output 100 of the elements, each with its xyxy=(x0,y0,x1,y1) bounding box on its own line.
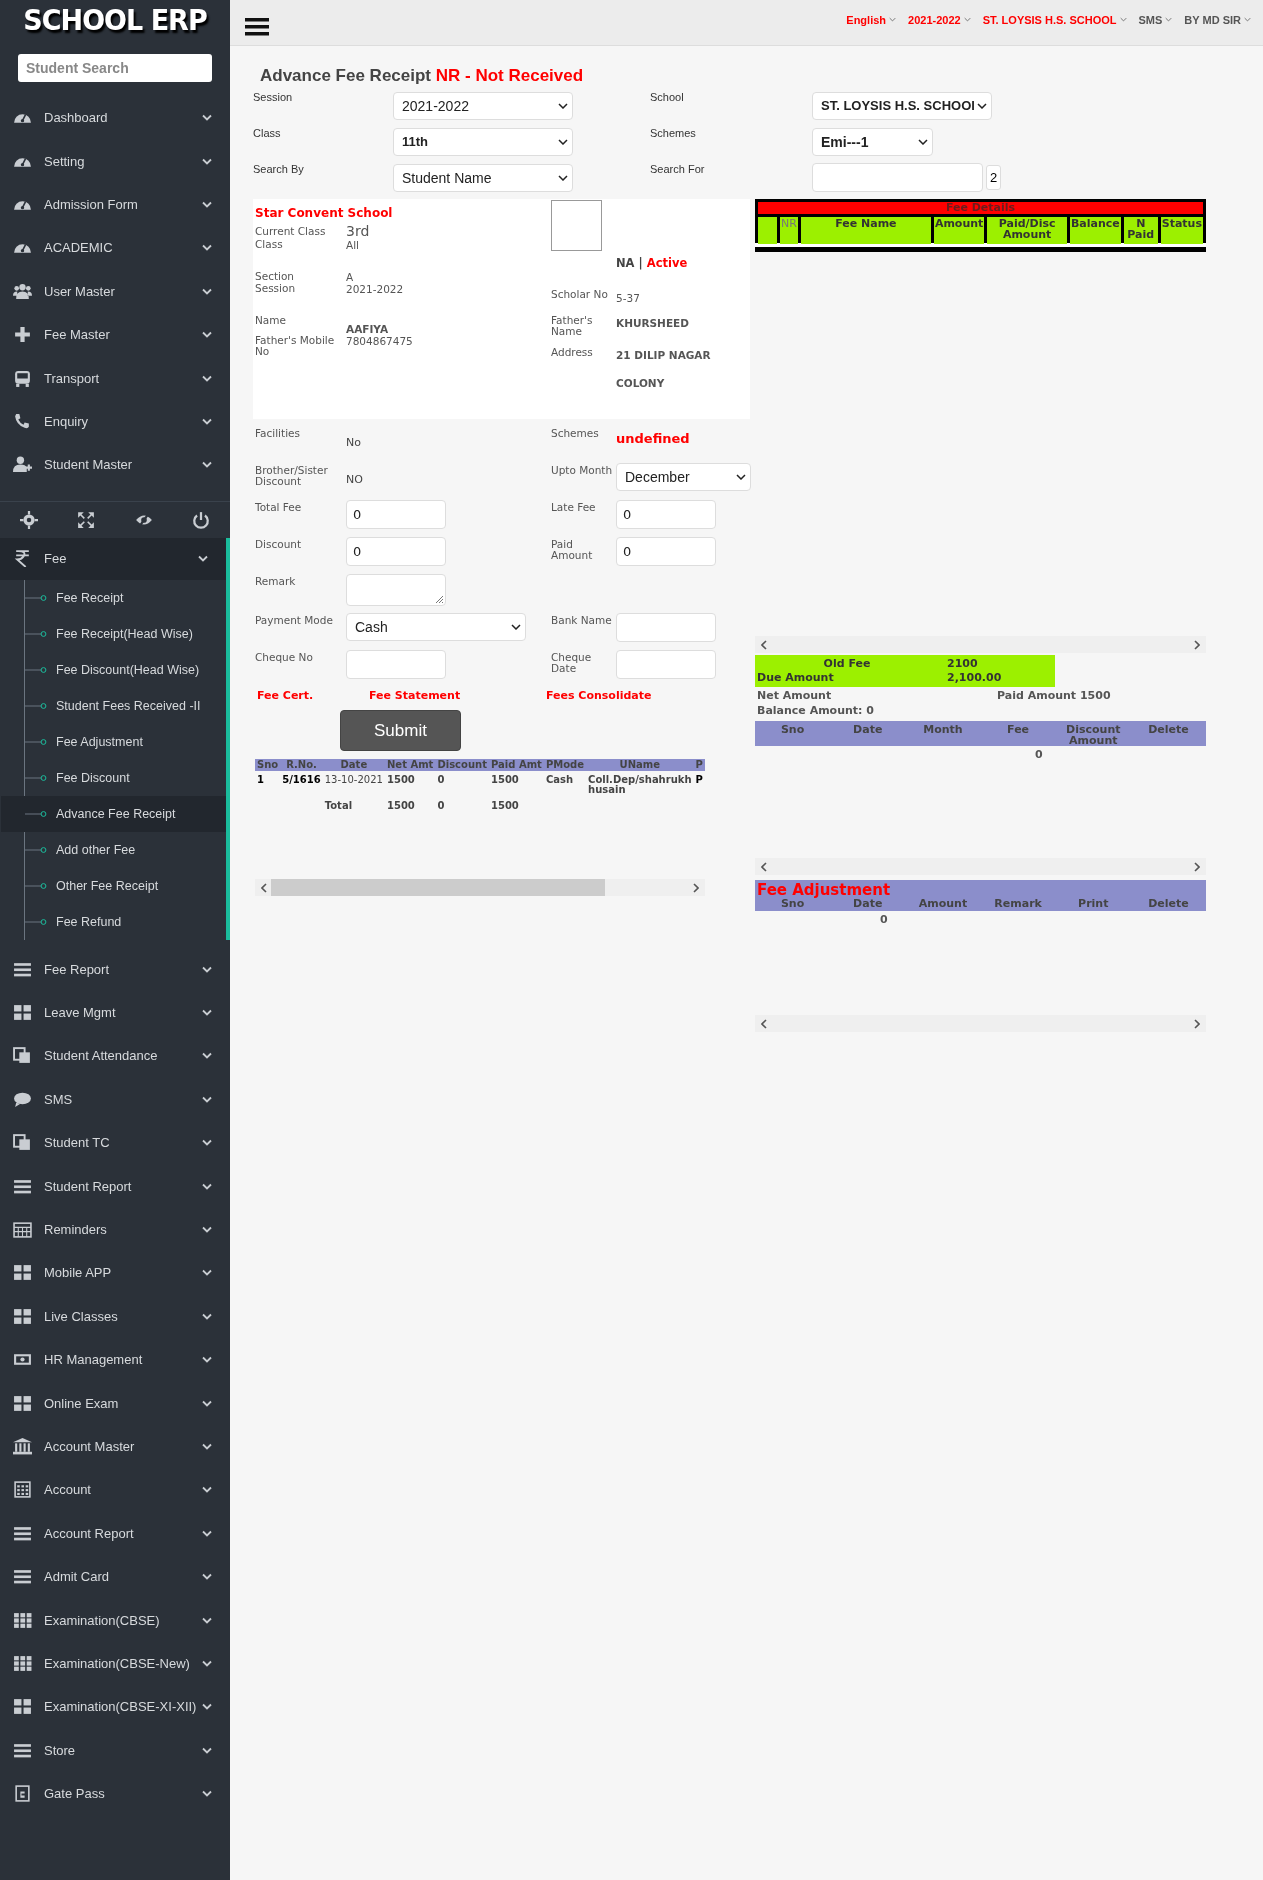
field-label: Address xyxy=(551,347,594,360)
submenu-item[interactable]: Other Fee Receipt xyxy=(1,867,226,904)
chevron-right-icon[interactable] xyxy=(1194,639,1200,650)
net-amount-label: Net Amount xyxy=(756,689,833,702)
input-field[interactable] xyxy=(346,650,446,679)
dropdown[interactable]: 2021-2022 xyxy=(393,91,573,120)
nav-item[interactable]: Fee xyxy=(0,537,226,580)
nav-item[interactable]: ACADEMIC xyxy=(0,226,230,270)
nav-item[interactable]: Leave Mgmt xyxy=(0,990,230,1035)
field-label: Search By xyxy=(253,163,305,175)
top-menu-item[interactable]: SMS xyxy=(1138,13,1173,26)
input-field[interactable]: 0 xyxy=(346,537,446,566)
photo-placeholder xyxy=(551,200,602,251)
field-label: Late Fee xyxy=(551,500,597,513)
settings-icon[interactable] xyxy=(19,510,38,529)
caret-icon xyxy=(736,474,746,480)
nav-item[interactable]: Examination(CBSE) xyxy=(0,1598,230,1642)
table-cell: 0 xyxy=(435,771,489,797)
nav-item[interactable]: Mobile APP xyxy=(0,1251,230,1295)
input-field[interactable] xyxy=(616,613,716,642)
resize-grip-icon[interactable] xyxy=(434,594,444,604)
nav-item[interactable]: Examination(CBSE-New) xyxy=(0,1641,230,1686)
chevron-down-icon xyxy=(202,1139,212,1147)
input-field[interactable]: 0 xyxy=(346,500,446,529)
dropdown[interactable]: December xyxy=(616,463,751,491)
chevron-left-icon[interactable] xyxy=(761,861,767,872)
dropdown[interactable]: Cash xyxy=(346,613,526,641)
submenu-item[interactable]: Fee Discount(Head Wise) xyxy=(1,651,226,688)
horizontal-scrollbar[interactable] xyxy=(255,879,705,896)
nav-item[interactable]: Fee Master xyxy=(0,312,230,357)
chevron-right-icon[interactable] xyxy=(1194,861,1200,872)
scroll-thumb[interactable] xyxy=(271,879,606,896)
submit-button[interactable]: Submit xyxy=(340,710,461,751)
input-field[interactable]: 0 xyxy=(616,500,716,529)
nav-item[interactable]: Student TC xyxy=(0,1121,230,1165)
field-label: Cheque No xyxy=(255,650,314,663)
chevron-down-icon xyxy=(202,417,212,425)
dropdown[interactable]: ST. LOYSIS H.S. SCHOOl xyxy=(812,91,992,120)
clone-icon xyxy=(13,1134,32,1152)
input-field[interactable]: 0 xyxy=(616,537,716,566)
dropdown[interactable]: Student Name xyxy=(393,163,573,192)
horizontal-scrollbar[interactable] xyxy=(755,636,1206,653)
total-label: Total xyxy=(323,799,354,813)
nav-item[interactable]: Account xyxy=(0,1468,230,1512)
separator: | xyxy=(638,256,643,270)
report-link[interactable]: Fee Cert. xyxy=(257,689,369,702)
report-link[interactable]: Fees Consolidate xyxy=(546,689,652,702)
rupee-icon xyxy=(13,550,32,567)
nav-item[interactable]: Student Attendance xyxy=(0,1034,230,1078)
nav-item[interactable]: Student Master xyxy=(0,443,230,487)
nav-item[interactable]: Gate Pass xyxy=(0,1771,230,1816)
nav-item[interactable]: Reminders xyxy=(0,1207,230,1252)
chevron-left-icon[interactable] xyxy=(761,1018,767,1029)
remark-field[interactable] xyxy=(346,574,446,606)
student-search-field[interactable]: Student Search xyxy=(18,54,212,82)
nav-item[interactable]: Transport xyxy=(0,356,230,400)
nav-item[interactable]: Dashboard xyxy=(0,96,230,140)
nav-item[interactable]: Store xyxy=(0,1728,230,1772)
chevron-left-icon[interactable] xyxy=(761,639,767,650)
nav-item[interactable]: Account Report xyxy=(0,1511,230,1555)
submenu-item[interactable]: Add other Fee xyxy=(1,831,226,868)
submenu-item[interactable]: Fee Refund xyxy=(1,903,226,940)
dropdown[interactable]: Emi---1 xyxy=(812,127,933,156)
nav-item[interactable]: User Master xyxy=(0,269,230,313)
input-field[interactable] xyxy=(616,650,716,679)
field-label: Scholar No xyxy=(551,289,609,302)
submenu-item[interactable]: Advance Fee Receipt xyxy=(1,795,226,832)
horizontal-scrollbar[interactable] xyxy=(755,858,1206,875)
column-header: Date xyxy=(322,759,385,771)
submenu-item[interactable]: Fee Discount xyxy=(1,759,226,796)
field-value: 5-37 xyxy=(616,291,641,305)
dropdown[interactable]: 11th xyxy=(393,127,573,156)
menu-icon[interactable] xyxy=(245,16,269,37)
power-icon[interactable] xyxy=(192,510,211,529)
nav-item[interactable]: Setting xyxy=(0,139,230,183)
chevron-right-icon[interactable] xyxy=(693,882,699,893)
horizontal-scrollbar[interactable] xyxy=(755,1015,1206,1032)
nav-item[interactable]: Fee Report xyxy=(0,947,230,991)
nav-item[interactable]: HR Management xyxy=(0,1338,230,1382)
nav-item[interactable]: Admit Card xyxy=(0,1555,230,1599)
report-link[interactable]: Fee Statement xyxy=(369,689,546,702)
caret-icon xyxy=(963,17,971,22)
nav-item[interactable]: Enquiry xyxy=(0,399,230,444)
nav-item[interactable]: Online Exam xyxy=(0,1381,230,1425)
chevron-right-icon[interactable] xyxy=(1194,1018,1200,1029)
nav-item[interactable]: Examination(CBSE-XI-XII) xyxy=(0,1685,230,1729)
submenu-item[interactable]: Fee Adjustment xyxy=(1,723,226,760)
submenu-item[interactable]: Fee Receipt xyxy=(1,579,226,616)
top-menu-item[interactable]: BY MD SIR xyxy=(1184,13,1251,26)
search-field[interactable] xyxy=(812,163,983,192)
nav-item[interactable]: Account Master xyxy=(0,1424,230,1469)
nav-item[interactable]: Live Classes xyxy=(0,1294,230,1339)
fullscreen-icon[interactable] xyxy=(77,510,96,529)
column-header xyxy=(758,217,777,244)
nav-item[interactable]: Admission Form xyxy=(0,182,230,227)
nav-item[interactable]: SMS xyxy=(0,1077,230,1122)
submenu-item[interactable]: Student Fees Received -II xyxy=(1,687,226,724)
submenu-item[interactable]: Fee Receipt(Head Wise) xyxy=(1,615,226,652)
nav-item[interactable]: Student Report xyxy=(0,1164,230,1208)
chevron-left-icon[interactable] xyxy=(261,882,267,893)
